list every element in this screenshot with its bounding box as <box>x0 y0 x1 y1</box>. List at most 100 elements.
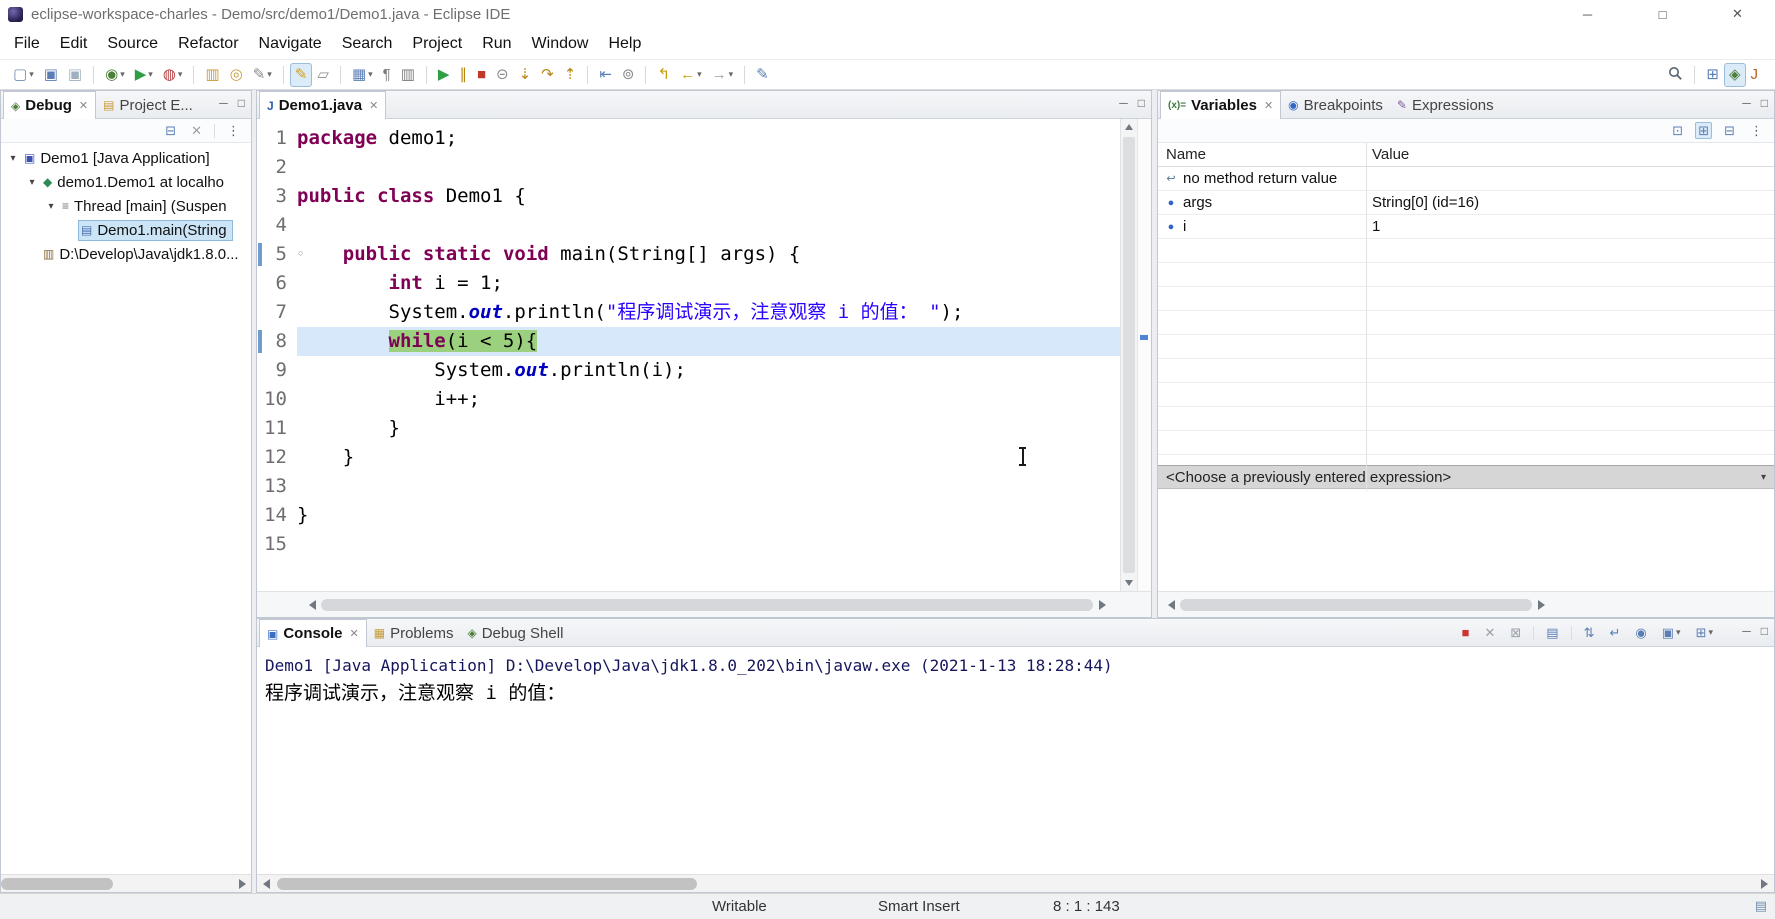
code-line-3[interactable]: 3 public class Demo1 { <box>257 182 1120 211</box>
tree-item-d-develop-java-jdk1-8-0[interactable]: ▥ D:\Develop\Java\jdk1.8.0... <box>1 242 251 266</box>
scroll-right-arrow[interactable] <box>239 879 246 889</box>
code-line-7[interactable]: 7 System.out.println("程序调试演示，注意观察 i 的值： … <box>257 298 1120 327</box>
forward-button[interactable]: → ▾ <box>707 63 739 87</box>
maximize-view-button[interactable]: □ <box>1138 96 1145 110</box>
step-into-button[interactable]: ⇣ <box>514 63 537 87</box>
new-java-project-button[interactable]: ▥ <box>200 63 224 87</box>
view-tab-expressions[interactable]: ✎ Expressions <box>1390 92 1501 118</box>
remove-terminated-button[interactable]: ✕ <box>188 122 205 139</box>
code-line-8[interactable]: 8 while(i < 5){ <box>257 327 1120 356</box>
line-number[interactable]: 11 <box>257 414 297 443</box>
scroll-right-arrow[interactable] <box>1761 879 1768 889</box>
scrollbar-thumb[interactable] <box>1180 599 1532 611</box>
view-tab-breakpoints[interactable]: ◉ Breakpoints <box>1281 92 1390 118</box>
menu-navigate[interactable]: Navigate <box>249 31 332 57</box>
new-wizard-button[interactable]: ▢ ▾ <box>8 63 39 87</box>
variables-hscrollbar[interactable] <box>1158 591 1774 617</box>
editor-hscrollbar[interactable] <box>257 591 1151 617</box>
debug-hscrollbar[interactable] <box>1 874 251 892</box>
column-header-value[interactable]: Value <box>1366 146 1774 163</box>
menu-window[interactable]: Window <box>522 31 599 57</box>
chevron-down-icon[interactable]: ▾ <box>43 201 59 212</box>
collapse-all-button[interactable]: ⊟ <box>162 122 179 139</box>
chevron-down-icon[interactable]: ▾ <box>1761 472 1766 483</box>
code-line-11[interactable]: 11 } <box>257 414 1120 443</box>
minimize-view-button[interactable]: ─ <box>219 96 228 110</box>
menu-refactor[interactable]: Refactor <box>168 31 248 57</box>
editor-body[interactable]: 1 package demo1; 2 3 public class Demo1 {4 5 ○… <box>257 119 1151 591</box>
code-line-6[interactable]: 6 int i = 1; <box>257 269 1120 298</box>
scrollbar-thumb[interactable] <box>321 599 1093 611</box>
pin-editor-button[interactable]: ✎ <box>751 63 774 87</box>
view-tab-project-e[interactable]: ▤ Project E... <box>96 92 200 118</box>
back-button[interactable]: ← ▾ <box>675 63 707 87</box>
tree-item-demo1-java-application[interactable]: ▾ ▣ Demo1 [Java Application] <box>1 146 251 170</box>
tree-item-thread-main-suspen[interactable]: ▾ ≡ Thread [main] (Suspen <box>1 194 251 218</box>
close-window-button[interactable]: ✕ <box>1700 0 1775 28</box>
clear-console-button[interactable]: ▤ <box>1543 624 1561 641</box>
minimize-view-button[interactable]: ─ <box>1742 96 1751 110</box>
menu-search[interactable]: Search <box>332 31 403 57</box>
debug-perspective-button[interactable]: ◈ <box>1723 62 1746 87</box>
line-number[interactable]: 4 <box>257 211 297 240</box>
java-perspective-button[interactable]: J <box>1746 63 1764 87</box>
view-tab-console[interactable]: ▣ Console ✕ <box>259 619 367 647</box>
maximize-window-button[interactable]: □ <box>1625 0 1700 28</box>
scroll-left-arrow[interactable] <box>309 600 316 610</box>
menu-source[interactable]: Source <box>97 31 168 57</box>
line-number[interactable]: 5 <box>257 240 297 269</box>
external-tools-button[interactable]: ✎ ▾ <box>248 63 277 87</box>
caret-position-status[interactable]: 8 : 1 : 143 <box>1053 898 1120 915</box>
code-line-9[interactable]: 9 System.out.println(i); <box>257 356 1120 385</box>
chevron-down-icon[interactable]: ▾ <box>24 177 40 188</box>
variables-detail-pane[interactable] <box>1158 489 1774 591</box>
scrollbar-thumb[interactable] <box>277 878 697 890</box>
step-over-button[interactable]: ↷ <box>536 63 559 87</box>
line-number[interactable]: 12 <box>257 443 297 472</box>
code-line-1[interactable]: 1 package demo1; <box>257 124 1120 153</box>
show-logical-structures-toggle[interactable]: ⊞ <box>1695 122 1713 139</box>
open-element-button[interactable]: ▦ ▾ <box>347 63 378 87</box>
mark-occurrences-toggle[interactable]: ✎ <box>289 62 313 87</box>
save-button[interactable]: ▣ <box>39 63 63 87</box>
block-selection-toggle[interactable]: ▥ <box>396 63 420 87</box>
open-console-button[interactable]: ⊞ ▾ <box>1693 624 1716 641</box>
scroll-right-arrow[interactable] <box>1538 600 1545 610</box>
line-number[interactable]: 1 <box>257 124 297 153</box>
tree-item-demo1-main-string[interactable]: ▤ Demo1.main(String <box>1 218 251 242</box>
variable-row-no-method-return-value[interactable]: ↩ no method return value <box>1158 167 1774 191</box>
code-line-12[interactable]: 12 } <box>257 443 1120 472</box>
line-number[interactable]: 15 <box>257 530 297 559</box>
debug-view-menu-button[interactable]: ⋮ <box>224 122 243 139</box>
word-wrap-toggle[interactable]: ↵ <box>1606 624 1623 641</box>
line-number[interactable]: 7 <box>257 298 297 327</box>
drop-to-frame-button[interactable]: ⇤ <box>594 63 617 87</box>
variable-row-i[interactable]: ● i 1 <box>1158 215 1774 239</box>
maximize-view-button[interactable]: □ <box>1761 96 1768 110</box>
editor-tab-demo1-java[interactable]: J Demo1.java ✕ <box>259 91 387 119</box>
close-icon[interactable]: ✕ <box>79 99 88 112</box>
line-number[interactable]: 13 <box>257 472 297 501</box>
scroll-right-arrow[interactable] <box>1099 600 1106 610</box>
fold-marker[interactable]: ○ <box>298 249 303 258</box>
show-type-names-toggle[interactable]: ⊡ <box>1669 122 1686 139</box>
minimize-view-button[interactable]: ─ <box>1742 624 1751 638</box>
view-tab-problems[interactable]: ▦ Problems <box>367 620 461 646</box>
terminate-console-button[interactable]: ■ <box>1459 624 1473 641</box>
code-line-10[interactable]: 10 i++; <box>257 385 1120 414</box>
close-icon[interactable]: ✕ <box>369 99 378 112</box>
minimize-view-button[interactable]: ─ <box>1119 96 1128 110</box>
menu-project[interactable]: Project <box>402 31 472 57</box>
run-button[interactable]: ▶ ▾ <box>130 63 158 87</box>
maximize-view-button[interactable]: □ <box>238 96 245 110</box>
code-line-2[interactable]: 2 <box>257 153 1120 182</box>
open-type-button[interactable]: ◎ <box>225 63 248 87</box>
open-perspective-button[interactable]: ⊞ <box>1701 63 1724 87</box>
debug-button[interactable]: ◉ ▾ <box>100 63 130 87</box>
show-whitespace-toggle[interactable]: ¶ <box>378 63 396 87</box>
column-header-name[interactable]: Name <box>1158 146 1366 163</box>
editor-vscrollbar[interactable] <box>1120 119 1137 591</box>
remove-launch-button[interactable]: ✕ <box>1481 624 1498 641</box>
scrollbar-thumb[interactable] <box>1 878 113 890</box>
step-return-button[interactable]: ⇡ <box>559 63 582 87</box>
